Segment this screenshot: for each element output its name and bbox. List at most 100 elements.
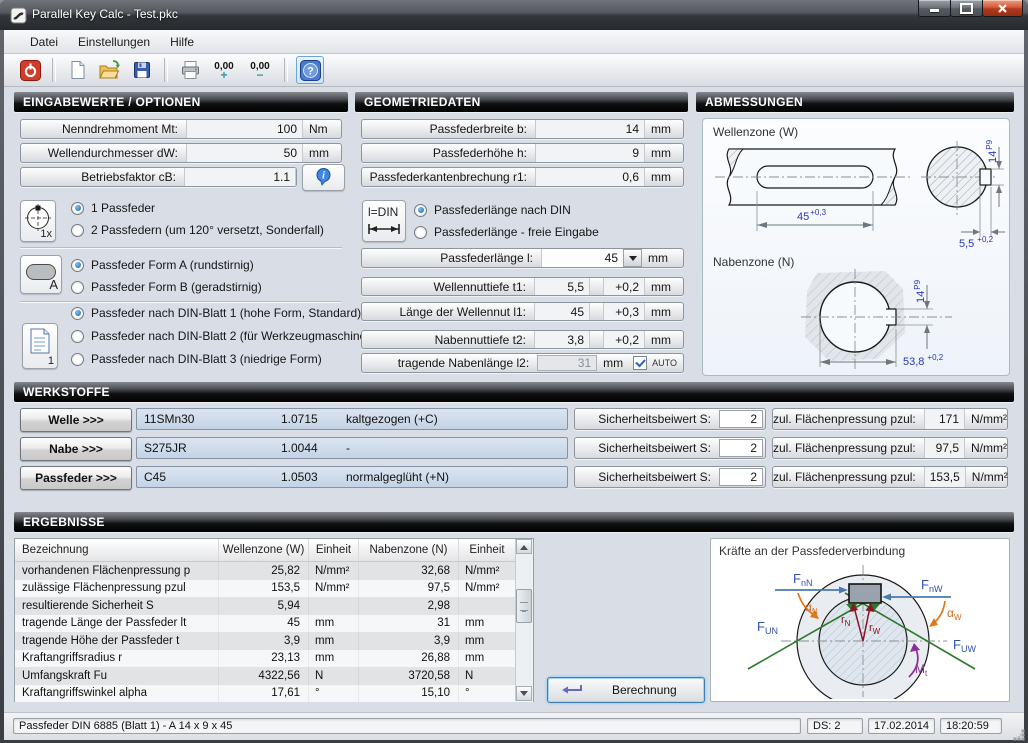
table-row: vorhandenen Flächenpressung p 25,82 N/mm… [15, 562, 533, 580]
table-scrollbar[interactable] [515, 539, 533, 701]
auto-checkbox[interactable] [633, 356, 647, 370]
decimal-increase-button[interactable]: 0,00 + [208, 57, 240, 83]
material-number: 1.0715 [281, 409, 318, 429]
decimal-decrease-button[interactable]: 0,00 − [244, 57, 276, 83]
radio-icon [71, 307, 84, 320]
toolbar-separator [52, 58, 56, 82]
status-text: Passfeder DIN 6885 (Blatt 1) - A 14 x 9 … [19, 720, 232, 732]
radio-1-passfeder[interactable]: 1 Passfeder [71, 201, 155, 215]
passfeder-safety-input[interactable]: 2 [719, 468, 763, 486]
status-bar: Passfeder DIN 6885 (Blatt 1) - A 14 x 9 … [4, 712, 1024, 740]
field-passfederhoehe: Passfederhöhe h: 9 mm [361, 143, 684, 163]
menu-hilfe[interactable]: Hilfe [160, 31, 204, 53]
wellendurchmesser-input[interactable]: 50 [186, 144, 303, 162]
open-file-button[interactable] [96, 56, 124, 84]
col-nabenzone[interactable]: Nabenzone (N) [359, 539, 459, 561]
welle-material-button[interactable]: Welle >>> [20, 408, 132, 432]
field-unit: mm [645, 120, 683, 138]
field-unit: mm [645, 144, 683, 162]
radio-label: Passfeder nach DIN-Blatt 3 (niedrige For… [91, 352, 322, 366]
exit-icon [20, 60, 41, 81]
menu-datei[interactable]: Datei [20, 31, 68, 53]
betriebsfaktor-input[interactable]: 1.1 [184, 168, 296, 186]
help-button[interactable]: ? [296, 56, 324, 84]
field-nenndrehmoment: Nenndrehmoment Mt: 100 Nm [20, 119, 342, 139]
plus-icon: + [220, 71, 227, 79]
radio-icon [71, 202, 84, 215]
info-button[interactable]: i [302, 164, 345, 191]
material-number: 1.0044 [281, 438, 318, 458]
svg-text:53,8+0,2: 53,8+0,2 [903, 353, 944, 368]
passfeder-safety-row: Sicherheitsbeiwert S: 2 [574, 466, 766, 488]
passfederhoehe-input[interactable]: 9 [535, 144, 645, 162]
radio-2-passfedern[interactable]: 2 Passfedern (um 120° versetzt, Sonderfa… [71, 223, 324, 237]
nabenlaenge-input-disabled: 31 [537, 355, 597, 371]
forces-title: Kräfte an der Passfederverbindung [719, 544, 905, 558]
nabe-pressure-value: 97,5 [924, 438, 965, 458]
exit-button[interactable] [16, 56, 44, 84]
radio-label: 1 Passfeder [91, 201, 155, 215]
scrollbar-thumb[interactable] [516, 589, 532, 623]
scroll-down-button[interactable] [516, 686, 532, 701]
table-row: Kraftangriffsradius r 23,13 mm 26,88 mm [15, 650, 533, 668]
table-row: tragende Länge der Passfeder lt 45 mm 31… [15, 615, 533, 633]
minimize-button[interactable] [918, 0, 951, 17]
save-button[interactable] [128, 56, 156, 84]
nabe-material-button[interactable]: Nabe >>> [20, 437, 132, 461]
svg-text:45+0,3: 45+0,3 [797, 208, 827, 223]
col-wellenzone[interactable]: Wellenzone (W) [219, 539, 309, 561]
col-einheit-n[interactable]: Einheit [459, 539, 516, 561]
results-table-header: Bezeichnung Wellenzone (W) Einheit Naben… [15, 539, 533, 562]
col-einheit-w[interactable]: Einheit [309, 539, 359, 561]
nenndrehmoment-input[interactable]: 100 [186, 120, 303, 138]
welle-safety-row: Sicherheitsbeiwert S: 2 [574, 408, 766, 430]
svg-text:5,5+0,2: 5,5+0,2 [959, 235, 994, 250]
radio-din-blatt-3[interactable]: Passfeder nach DIN-Blatt 3 (niedrige For… [71, 352, 322, 366]
col-bezeichnung[interactable]: Bezeichnung [15, 539, 219, 561]
material-condition: - [346, 438, 350, 458]
radio-laenge-frei[interactable]: Passfederlänge - freie Eingabe [414, 225, 599, 239]
results-table: Bezeichnung Wellenzone (W) Einheit Naben… [14, 538, 534, 702]
radio-icon [71, 330, 84, 343]
radio-din-blatt-2[interactable]: Passfeder nach DIN-Blatt 2 (für Werkzeug… [71, 329, 377, 343]
print-button[interactable] [176, 56, 204, 84]
title-bar[interactable]: Parallel Key Calc - Test.pkc [0, 0, 1028, 30]
passfeder-material-button[interactable]: Passfeder >>> [20, 466, 132, 490]
menu-einstellungen[interactable]: Einstellungen [68, 31, 160, 53]
berechnung-button[interactable]: Berechnung [547, 677, 705, 703]
field-label: Passfederkantenbrechung r1: [362, 168, 535, 186]
app-window: Parallel Key Calc - Test.pkc Datei Einst… [0, 0, 1028, 743]
section-header-results: ERGEBNISSE [14, 512, 1014, 532]
kantenbrechung-input[interactable]: 0,6 [535, 168, 645, 186]
nabe-pressure-row: zul. Flächenpressung pzul: 97,5 N/mm² [772, 437, 1008, 459]
resize-grip[interactable] [1010, 726, 1020, 736]
nabe-safety-input[interactable]: 2 [719, 439, 763, 457]
radio-laenge-din[interactable]: Passfederlänge nach DIN [414, 203, 571, 217]
maximize-icon [960, 3, 973, 14]
field-wellennuttiefe: Wellennuttiefe t1: 5,5 +0,2 mm [361, 277, 684, 296]
radio-icon [71, 259, 84, 272]
passfederbreite-input[interactable]: 14 [535, 120, 645, 138]
new-file-icon [68, 60, 88, 80]
section-header-geometry: GEOMETRIEDATEN [355, 92, 688, 112]
status-date-box: 17.02.2014 [868, 718, 935, 734]
radio-form-b[interactable]: Passfeder Form B (geradstirnig) [71, 280, 262, 294]
close-icon [997, 3, 1008, 14]
key-form-icon-label: A [49, 277, 58, 292]
welle-safety-input[interactable]: 2 [719, 410, 763, 428]
passfederlaenge-input[interactable]: 45 [541, 249, 623, 267]
pressure-unit: N/mm² [965, 409, 1007, 429]
radio-form-a[interactable]: Passfeder Form A (rundstirnig) [71, 258, 254, 272]
radio-din-blatt-1[interactable]: Passfeder nach DIN-Blatt 1 (hohe Form, S… [71, 306, 361, 320]
toolbar-separator [164, 58, 168, 82]
nabennuttiefe-value: 3,8 [534, 331, 590, 348]
auto-checkbox-group[interactable]: AUTO [633, 354, 683, 372]
close-button[interactable] [982, 0, 1023, 17]
dimensions-panel: Wellenzone (W) 45+0,3 [702, 118, 1010, 376]
new-file-button[interactable] [64, 56, 92, 84]
passfederlaenge-dropdown-button[interactable] [623, 249, 642, 267]
svg-text:i: i [322, 171, 325, 182]
scroll-up-button[interactable] [516, 539, 532, 554]
maximize-button[interactable] [950, 0, 983, 17]
material-name: C45 [144, 467, 166, 487]
